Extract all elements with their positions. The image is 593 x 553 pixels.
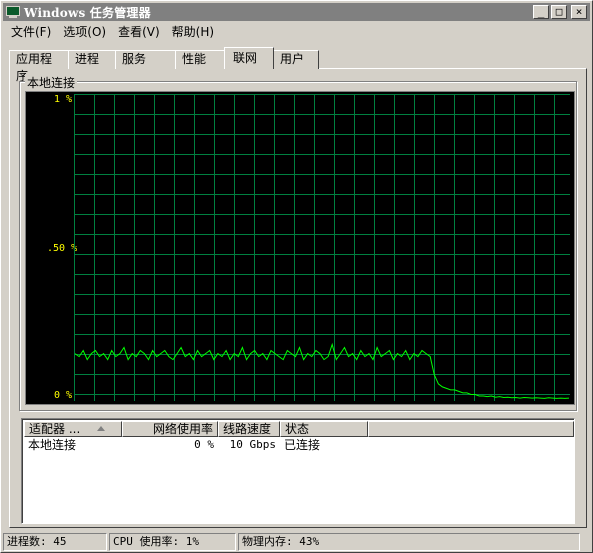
- tab-services[interactable]: 服务: [115, 50, 176, 69]
- tab-users[interactable]: 用户: [273, 50, 319, 69]
- column-state[interactable]: 状态: [280, 421, 368, 437]
- y-label-top: 1 %: [54, 94, 73, 105]
- task-manager-window: Windows 任务管理器 _ □ × 文件(F) 选项(O) 查看(V) 帮助…: [0, 0, 593, 553]
- column-network-utilization[interactable]: 网络使用率: [122, 421, 218, 437]
- menu-bar: 文件(F) 选项(O) 查看(V) 帮助(H): [5, 23, 220, 41]
- menu-options[interactable]: 选项(O): [57, 23, 112, 41]
- status-cpu: CPU 使用率: 1%: [109, 533, 236, 551]
- tab-performance[interactable]: 性能: [175, 50, 225, 69]
- adapter-name: 本地连接: [28, 438, 77, 452]
- task-manager-icon: [6, 6, 20, 18]
- tab-networking[interactable]: 联网: [224, 47, 274, 69]
- adapter-list[interactable]: 适配器 ... 网络使用率 线路速度 状态 本地连接 0 % 10 Gbps 已…: [21, 418, 575, 524]
- menu-view[interactable]: 查看(V): [112, 23, 166, 41]
- adapter-list-header: 适配器 ... 网络使用率 线路速度 状态: [24, 421, 574, 437]
- tab-processes[interactable]: 进程: [68, 50, 116, 69]
- status-bar: 进程数: 45 CPU 使用率: 1% 物理内存: 43%: [3, 533, 582, 551]
- tab-applications[interactable]: 应用程序: [9, 50, 69, 83]
- adapter-speed: 10 Gbps: [229, 438, 276, 451]
- sort-ascending-icon: [97, 426, 105, 431]
- y-label-mid: .50 %: [47, 243, 78, 254]
- adapter-state: 已连接: [284, 438, 321, 452]
- close-button[interactable]: ×: [571, 5, 587, 19]
- tab-strip: 应用程序 进程 服务 性能 联网 用户: [9, 47, 319, 83]
- status-processes: 进程数: 45: [3, 533, 107, 551]
- column-filler: [368, 421, 574, 437]
- column-link-speed[interactable]: 线路速度: [218, 421, 280, 437]
- window-title: Windows 任务管理器: [24, 5, 151, 20]
- menu-file[interactable]: 文件(F): [5, 23, 57, 41]
- title-bar[interactable]: Windows 任务管理器 _ □ ×: [3, 3, 590, 21]
- maximize-button[interactable]: □: [551, 5, 567, 19]
- group-label: 本地连接: [25, 74, 78, 91]
- network-usage-plot: [74, 94, 570, 401]
- status-memory: 物理内存: 43%: [238, 533, 580, 551]
- column-adapter-label: 适配器 ...: [29, 422, 81, 436]
- column-adapter[interactable]: 适配器 ...: [24, 421, 122, 437]
- y-label-bottom: 0 %: [54, 390, 73, 401]
- menu-help[interactable]: 帮助(H): [166, 23, 220, 41]
- adapter-usage: 0 %: [194, 438, 214, 451]
- adapter-row[interactable]: 本地连接 0 % 10 Gbps 已连接: [24, 437, 368, 453]
- network-graph: 1 % .50 % 0 %: [25, 91, 575, 405]
- minimize-button[interactable]: _: [533, 5, 549, 19]
